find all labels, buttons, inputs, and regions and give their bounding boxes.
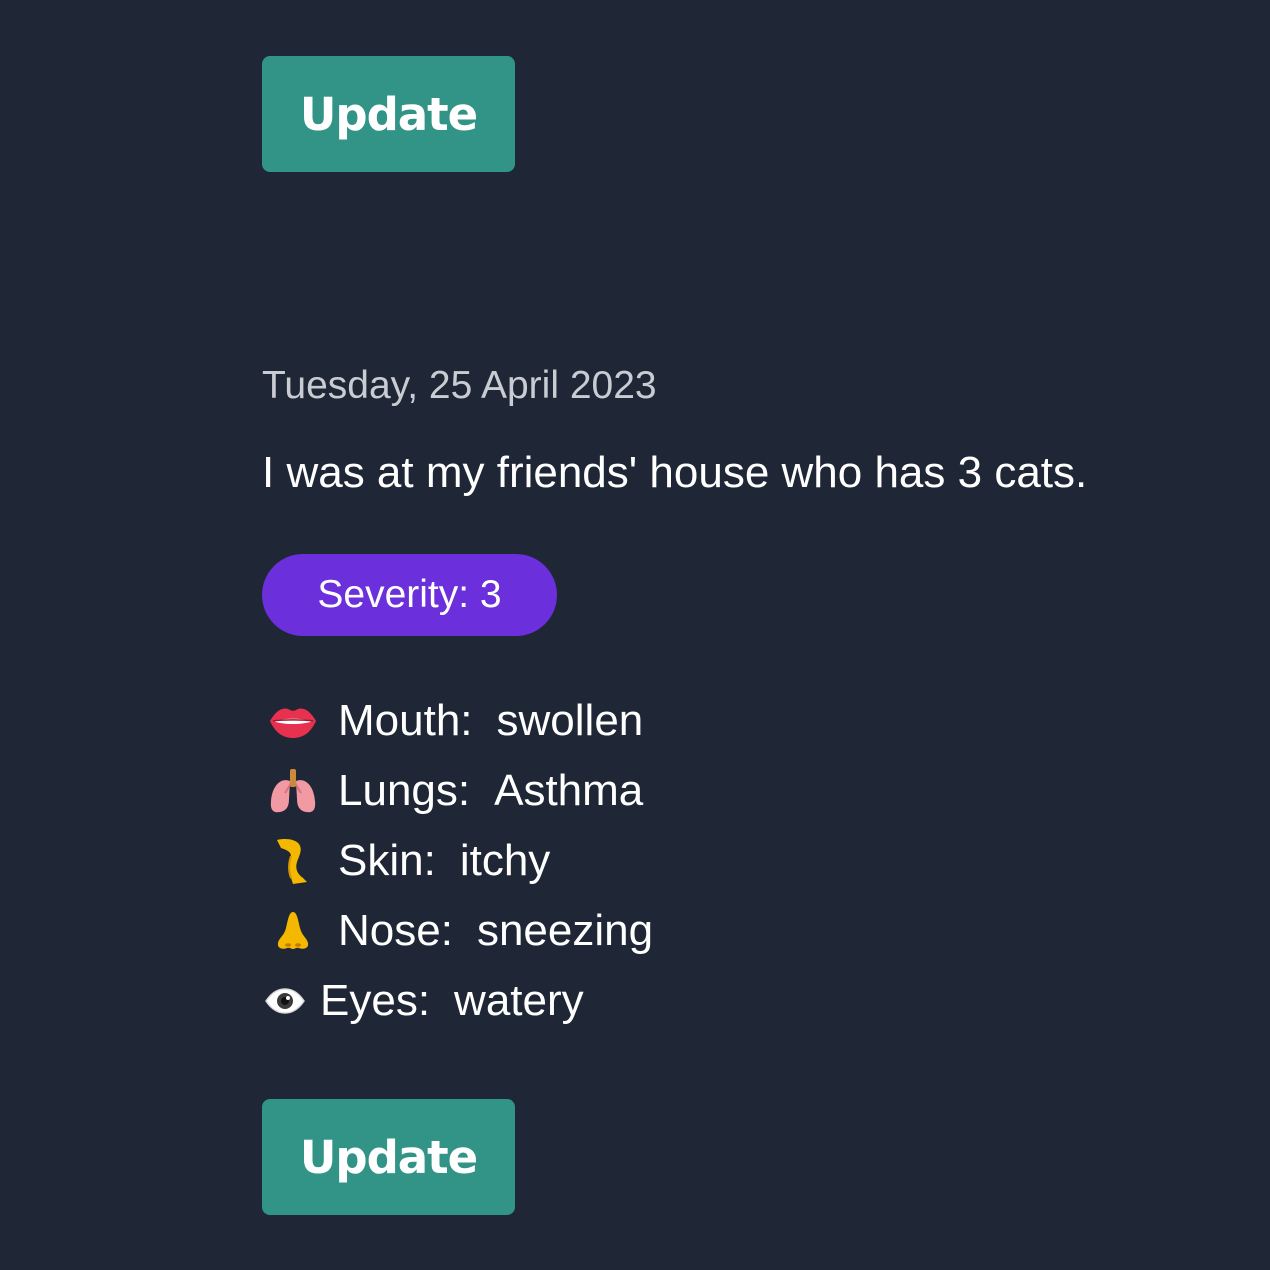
symptom-value: swollen bbox=[496, 696, 644, 745]
severity-badge: Severity: 3 bbox=[262, 554, 557, 636]
entry-page: Update Tuesday, 25 April 2023 I was at m… bbox=[0, 0, 1270, 1270]
symptom-part: Eyes: bbox=[320, 976, 431, 1025]
leg-icon bbox=[262, 831, 324, 891]
symptom-value: sneezing bbox=[476, 906, 654, 955]
symptom-list: Mouth: swollen Lungs: Asthma Skin: itchy… bbox=[262, 686, 653, 1036]
eye-icon bbox=[262, 971, 308, 1031]
symptom-item-lungs: Lungs: Asthma bbox=[262, 756, 653, 826]
symptom-value: itchy bbox=[459, 836, 551, 885]
update-button-top[interactable]: Update bbox=[262, 56, 515, 172]
symptom-value: Asthma bbox=[494, 766, 644, 815]
symptom-item-skin: Skin: itchy bbox=[262, 826, 653, 896]
lungs-icon bbox=[262, 761, 324, 821]
symptom-part: Mouth: bbox=[338, 696, 473, 745]
entry-note: I was at my friends' house who has 3 cat… bbox=[262, 448, 1088, 497]
symptom-part: Lungs: bbox=[338, 766, 471, 815]
symptom-item-nose: Nose: sneezing bbox=[262, 896, 653, 966]
symptom-part: Nose: bbox=[338, 906, 453, 955]
lips-icon bbox=[262, 691, 324, 751]
symptom-part: Skin: bbox=[338, 836, 436, 885]
symptom-value: watery bbox=[454, 976, 584, 1025]
symptom-item-mouth: Mouth: swollen bbox=[262, 686, 653, 756]
symptom-item-eyes: Eyes: watery bbox=[262, 966, 653, 1036]
nose-icon bbox=[262, 901, 324, 961]
entry-date: Tuesday, 25 April 2023 bbox=[262, 364, 657, 407]
update-button-bottom[interactable]: Update bbox=[262, 1099, 515, 1215]
